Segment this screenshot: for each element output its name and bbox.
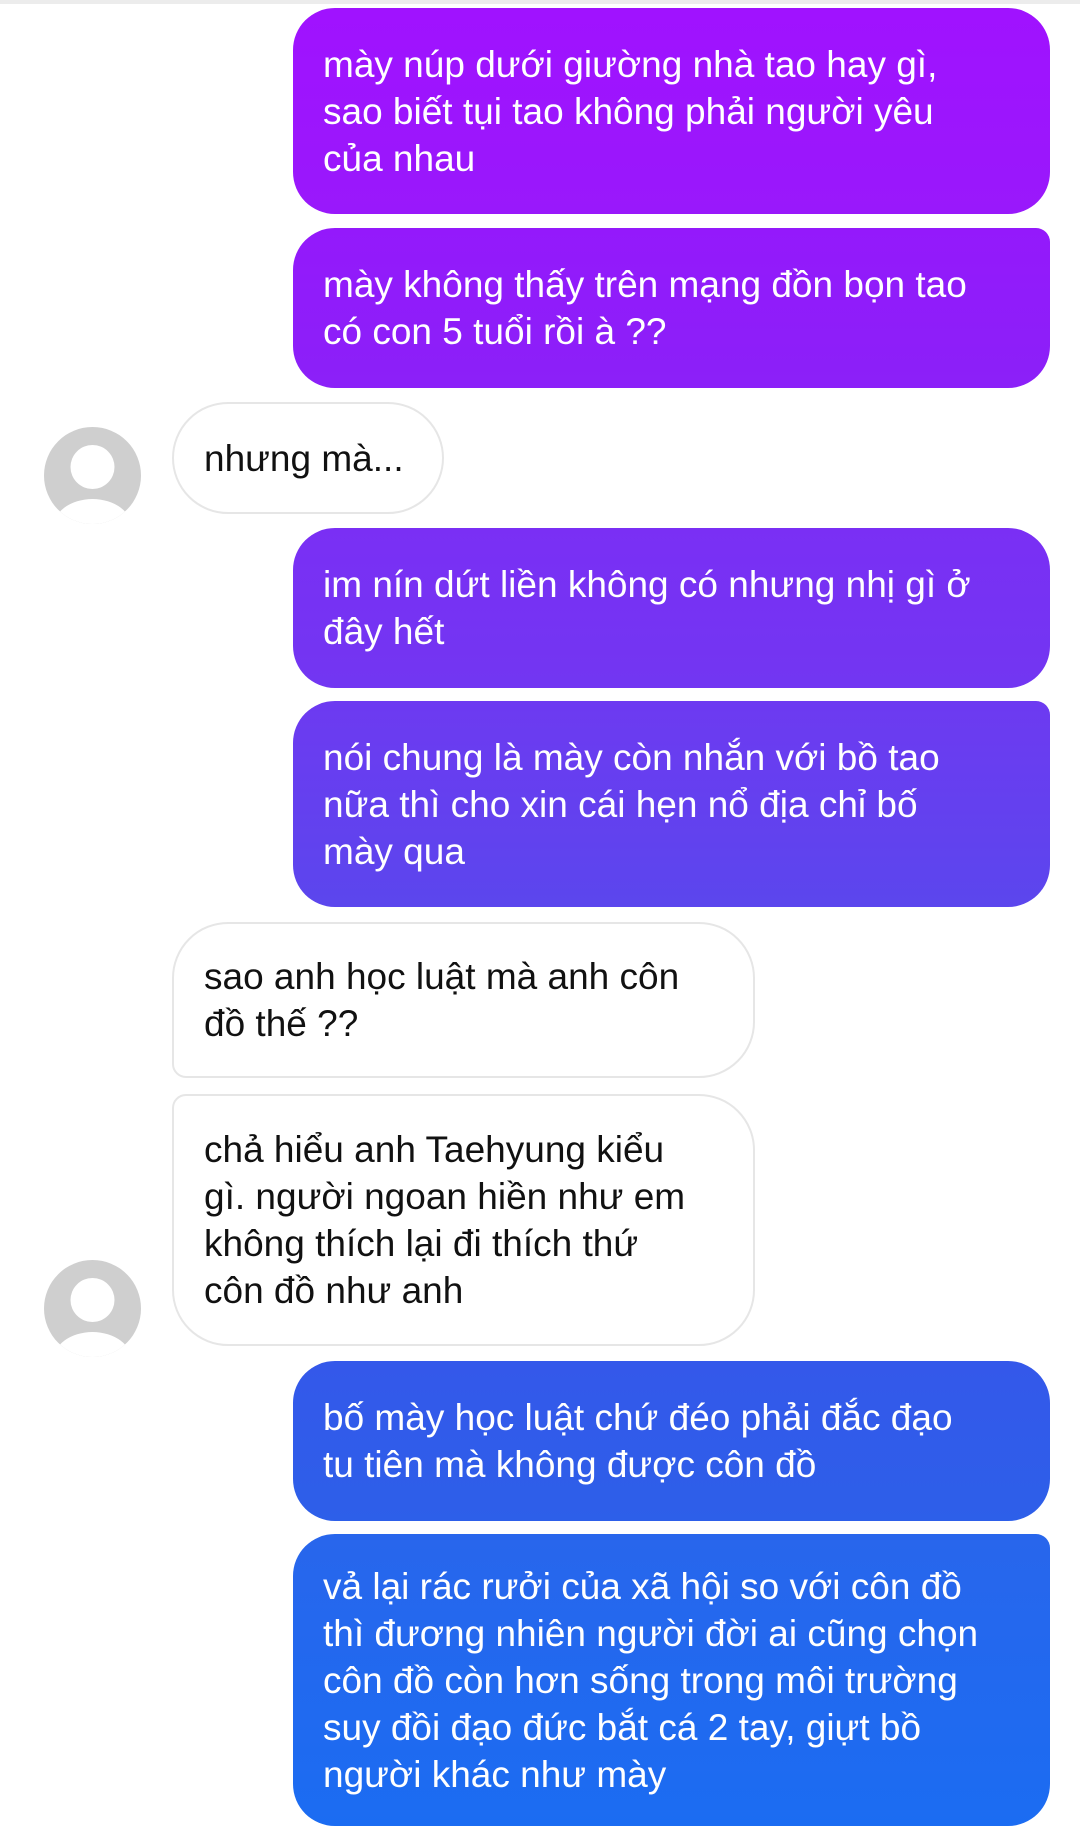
sent-message[interactable]: nói chung là mày còn nhắn với bồ tao nữa… — [293, 701, 1050, 907]
person-placeholder-icon — [53, 445, 132, 524]
message-text: bố mày học luật chứ đéo phải đắc đạo tu … — [323, 1397, 953, 1485]
sent-message[interactable]: bố mày học luật chứ đéo phải đắc đạo tu … — [293, 1361, 1050, 1521]
message-text: nhưng mà... — [204, 437, 404, 479]
contact-avatar[interactable] — [44, 1260, 141, 1357]
sent-message[interactable]: mày không thấy trên mạng đồn bọn tao có … — [293, 228, 1050, 388]
received-message[interactable]: nhưng mà... — [172, 402, 444, 514]
message-text: sao anh học luật mà anh côn đồ thế ?? — [204, 956, 680, 1044]
received-message[interactable]: chả hiểu anh Taehyung kiểu gì. người ngo… — [172, 1094, 755, 1346]
received-message[interactable]: sao anh học luật mà anh côn đồ thế ?? — [172, 922, 755, 1078]
message-text: chả hiểu anh Taehyung kiểu gì. người ngo… — [204, 1129, 686, 1311]
sent-message[interactable]: mày núp dưới giường nhà tao hay gì, sao … — [293, 8, 1050, 214]
message-thread[interactable]: mày núp dưới giường nhà tao hay gì, sao … — [0, 0, 1080, 1833]
message-text: nói chung là mày còn nhắn với bồ tao nữa… — [323, 736, 940, 872]
message-text: im nín dứt liền không có nhưng nhị gì ở … — [323, 564, 971, 652]
message-text: vả lại rác rưởi của xã hội so với côn đồ… — [323, 1565, 979, 1795]
contact-avatar[interactable] — [44, 427, 141, 524]
message-text: mày không thấy trên mạng đồn bọn tao có … — [323, 264, 967, 352]
message-text: mày núp dưới giường nhà tao hay gì, sao … — [323, 43, 938, 179]
sent-message[interactable]: im nín dứt liền không có nhưng nhị gì ở … — [293, 528, 1050, 688]
sent-message[interactable]: vả lại rác rưởi của xã hội so với côn đồ… — [293, 1534, 1050, 1826]
person-placeholder-icon — [53, 1278, 132, 1357]
